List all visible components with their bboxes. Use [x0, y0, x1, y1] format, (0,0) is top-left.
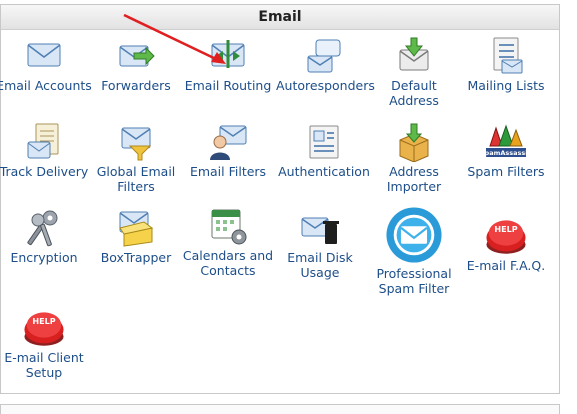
keys-icon: [27, 210, 58, 247]
authentication-item[interactable]: Authentication: [276, 122, 372, 179]
autoresponder-icon: [307, 39, 341, 73]
forward-envelope-icon: [119, 45, 155, 67]
email-filters-item[interactable]: Email Filters: [180, 122, 276, 179]
item-label: E-mail Client Setup: [4, 350, 84, 380]
item-label: Encryption: [10, 250, 78, 265]
item-label: Global Email Filters: [96, 164, 176, 194]
spamassassin-logo-icon: SpamAssassin: [486, 124, 526, 157]
default-address-icon: [399, 37, 429, 71]
help-button-icon: HELP: [486, 220, 526, 254]
calendars-and-contacts-item[interactable]: Calendars and Contacts: [180, 206, 276, 278]
item-label: Mailing Lists: [467, 78, 545, 93]
item-label: Forwarders: [101, 78, 171, 93]
boxtrapper-icon: [119, 211, 154, 247]
svg-text:SpamAssassin: SpamAssassin: [486, 149, 526, 157]
encryption-item[interactable]: Encryption: [0, 208, 92, 265]
user-filter-icon: [210, 125, 247, 160]
next-section-edge: [0, 404, 560, 414]
track-delivery-icon: [27, 123, 59, 159]
track-delivery-item[interactable]: Track Delivery: [0, 122, 92, 179]
global-email-filters-item[interactable]: Global Email Filters: [88, 122, 184, 194]
item-label: Authentication: [278, 164, 370, 179]
svg-text:HELP: HELP: [494, 225, 517, 234]
item-label: Default Address: [389, 78, 439, 108]
spam-filters-item[interactable]: SpamAssassin Spam Filters: [458, 122, 554, 179]
email-faq-item[interactable]: HELP E-mail F.A.Q.: [458, 210, 554, 273]
autoresponders-item[interactable]: Autoresponders: [276, 36, 375, 93]
spam-filter-round-icon: [386, 207, 442, 263]
item-label: Email Accounts: [0, 78, 92, 93]
mailing-list-icon: [493, 37, 523, 74]
professional-spam-filter-item[interactable]: Professional Spam Filter: [366, 206, 462, 296]
item-label: Email Disk Usage: [287, 250, 353, 280]
item-label: Email Routing: [184, 78, 272, 93]
calendar-gear-icon: [211, 209, 247, 245]
item-label: Professional Spam Filter: [376, 266, 452, 296]
global-filter-icon: [121, 127, 152, 161]
disk-usage-trash-icon: [301, 217, 339, 244]
forwarders-item[interactable]: Forwarders: [88, 36, 184, 93]
envelope-icon: [27, 43, 61, 67]
help-button-icon: HELP: [24, 312, 64, 346]
item-label: Spam Filters: [467, 164, 545, 179]
item-label: BoxTrapper: [100, 250, 172, 265]
item-label: Calendars and Contacts: [182, 248, 274, 278]
mailing-lists-item[interactable]: Mailing Lists: [458, 36, 554, 93]
email-client-setup-item[interactable]: HELP E-mail Client Setup: [0, 302, 92, 380]
item-label: Autoresponders: [276, 78, 375, 93]
email-routing-item[interactable]: Email Routing: [180, 36, 276, 93]
email-accounts-item[interactable]: Email Accounts: [0, 36, 92, 93]
item-label: Address Importer: [386, 164, 442, 194]
importer-box-icon: [399, 123, 429, 162]
item-label: Track Delivery: [0, 164, 89, 179]
section-title: Email: [1, 5, 559, 30]
authentication-icon: [309, 125, 339, 159]
default-address-item[interactable]: Default Address: [366, 36, 462, 108]
routing-envelope-icon: [211, 40, 245, 68]
item-label: Email Filters: [189, 164, 267, 179]
email-disk-usage-item[interactable]: Email Disk Usage: [272, 208, 368, 280]
item-label: E-mail F.A.Q.: [466, 258, 546, 273]
address-importer-item[interactable]: Address Importer: [366, 122, 462, 194]
boxtrapper-item[interactable]: BoxTrapper: [88, 208, 184, 265]
svg-text:HELP: HELP: [32, 317, 55, 326]
